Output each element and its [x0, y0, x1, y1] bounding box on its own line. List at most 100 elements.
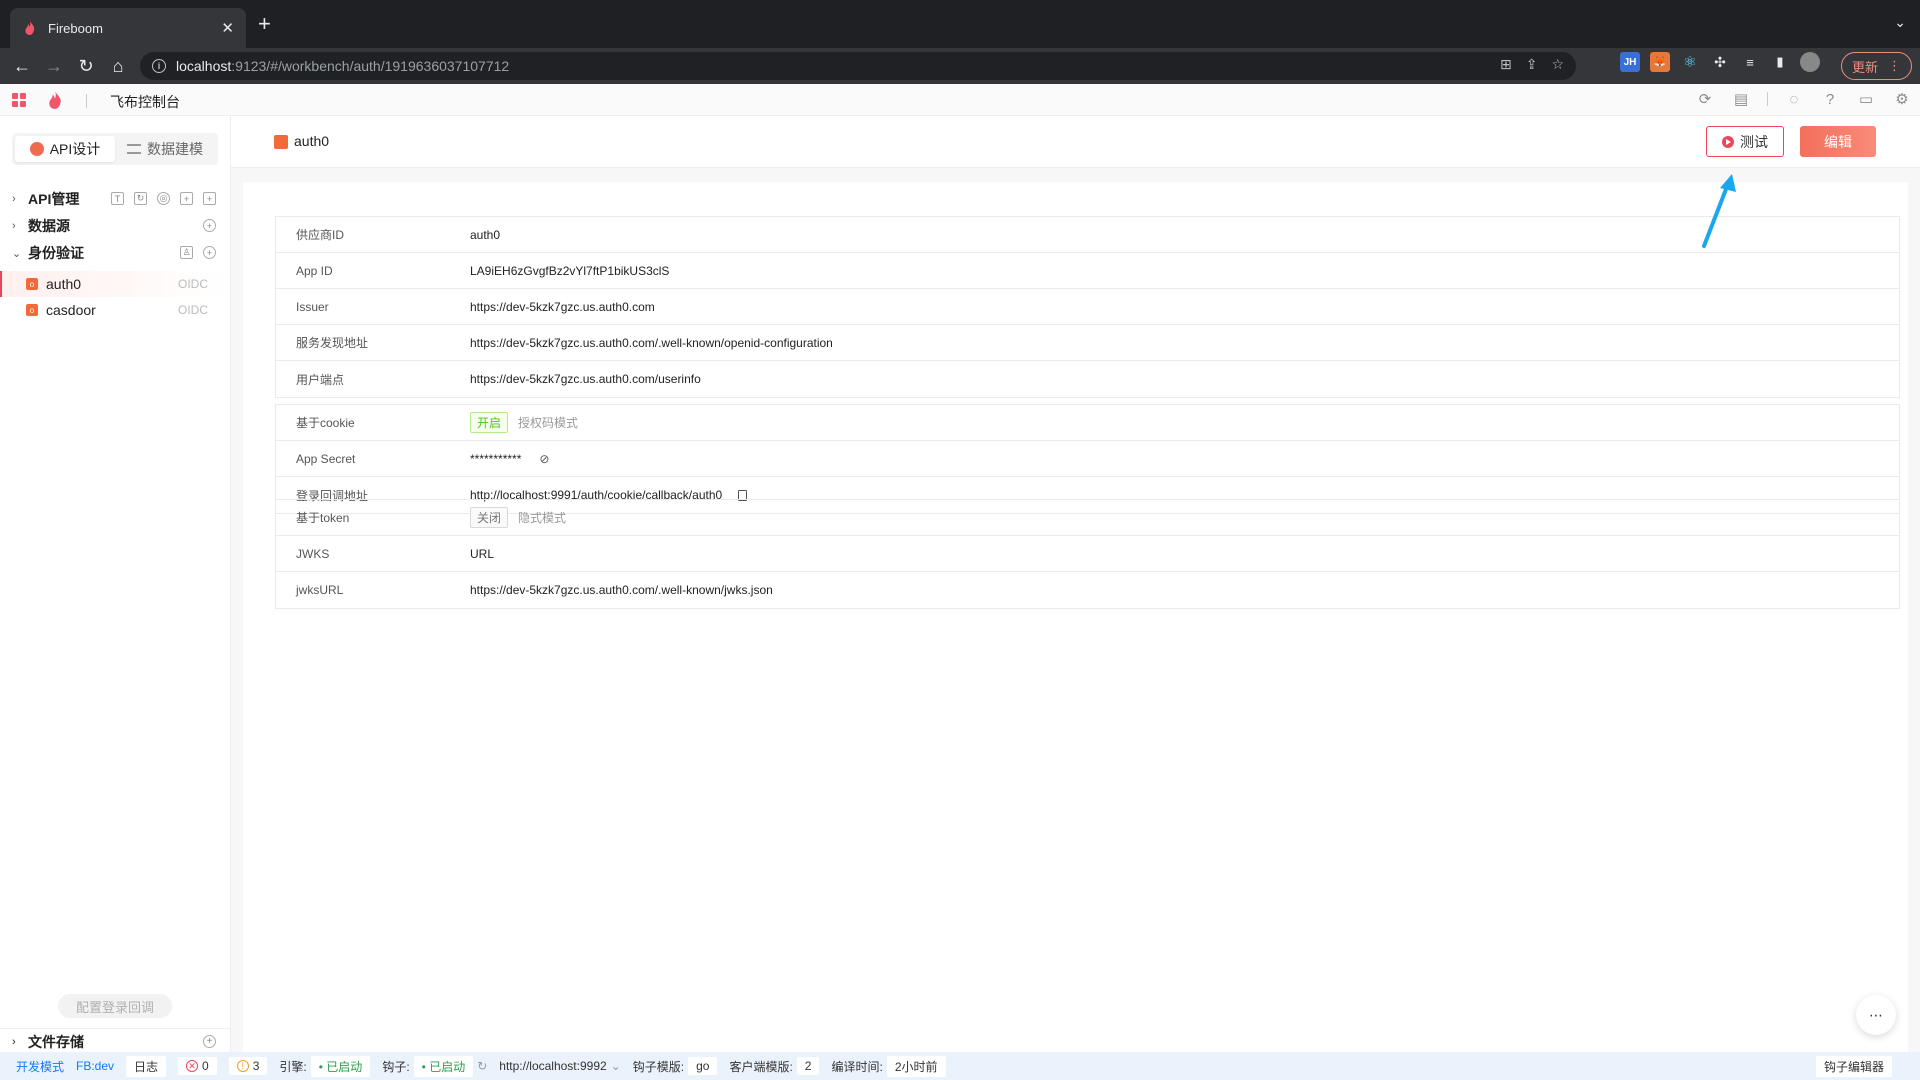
side-panel-icon[interactable]: ▮ — [1770, 52, 1790, 72]
chat-support-icon[interactable]: ⋯ — [1856, 995, 1896, 1035]
hook-template-value[interactable]: go — [688, 1057, 718, 1075]
auth-item-name: auth0 — [46, 276, 82, 292]
engine-label: 引擎: — [279, 1059, 307, 1074]
reload-icon[interactable]: ↻ — [70, 50, 102, 82]
field-label: 用户端点 — [296, 372, 345, 387]
close-tab-icon[interactable]: ✕ — [221, 19, 234, 37]
chevron-down-icon[interactable]: ⌄ — [611, 1059, 621, 1073]
play-icon — [1722, 135, 1734, 148]
extension-fox-icon[interactable]: 🦊 — [1650, 52, 1670, 72]
extensions-puzzle-icon[interactable]: ✣ — [1710, 52, 1730, 72]
refresh-icon[interactable]: ↻ — [134, 192, 147, 205]
help-icon[interactable]: ? — [1820, 91, 1840, 108]
translate-icon[interactable]: ⊞ — [1500, 56, 1512, 73]
refresh-icon[interactable]: ⟳ — [1695, 90, 1715, 108]
update-label: 更新 — [1851, 59, 1878, 75]
url-path: :9123/#/workbench/auth/1919636037107712 — [231, 58, 510, 74]
browser-tab[interactable]: Fireboom ✕ — [10, 8, 246, 48]
token-auth-group: 基于token 关闭 隐式模式 JWKS URL jwksURL https://d… — [275, 499, 1900, 609]
hook-template: 钩子模版: go — [633, 1057, 718, 1075]
settings-gear-icon[interactable]: ⚙ — [1892, 90, 1912, 108]
annotation-arrow — [1702, 174, 1736, 248]
section-file-storage[interactable]: › 文件存储 + — [0, 1028, 230, 1054]
eye-hidden-icon[interactable]: ⊘ — [539, 452, 549, 466]
test-button[interactable]: 测试 — [1706, 126, 1784, 157]
hook-editor-button[interactable]: 钩子编辑器 — [1815, 1056, 1892, 1077]
site-info-icon[interactable]: i — [152, 59, 166, 73]
forward-icon[interactable]: → — [38, 50, 70, 82]
warning-count[interactable]: ! 3 — [228, 1057, 268, 1075]
detail-row: 供应商ID auth0 — [276, 217, 1899, 253]
add-icon[interactable]: + — [203, 1035, 216, 1048]
tab-label: 数据建模 — [147, 141, 203, 157]
filter-icon[interactable]: T — [111, 192, 124, 205]
chevron-right-icon: › — [12, 1035, 16, 1048]
tab-search-icon[interactable]: ⌄ — [1894, 14, 1906, 31]
section-api-management[interactable]: › API管理 T ↻ ◎ + + — [0, 186, 230, 212]
app-menu-grid-icon[interactable] — [12, 93, 26, 107]
fireboom-logo-icon — [49, 91, 61, 109]
auth-item-auth0[interactable]: o auth0 OIDC — [0, 271, 230, 297]
warning-icon: ! — [236, 1060, 249, 1072]
app-top-bar: 飞布控制台 ⟳ ▤ ◌ ? ▭ ⚙ — [0, 84, 1920, 116]
section-authentication[interactable]: ⌄ 身份验证 ♙ + — [0, 240, 230, 266]
add-icon[interactable]: + — [203, 246, 216, 259]
error-count[interactable]: ✕ 0 — [178, 1057, 217, 1075]
tab-api-design[interactable]: API设计 — [15, 136, 115, 162]
browser-update-button[interactable]: 更新 ⋮ — [1840, 52, 1912, 80]
tab-data-modeling[interactable]: 数据建模 — [115, 136, 215, 162]
mode-label: 授权码模式 — [518, 416, 579, 430]
app-title: 飞布控制台 — [110, 94, 180, 110]
bookmark-star-icon[interactable]: ☆ — [1551, 56, 1564, 73]
warning-count-value: 3 — [252, 1059, 260, 1073]
address-bar[interactable]: i localhost:9123/#/workbench/auth/191963… — [140, 52, 1576, 80]
field-label: jwksURL — [296, 583, 344, 597]
detail-row: JWKS URL — [276, 536, 1899, 572]
view-icon[interactable]: ◎ — [157, 192, 170, 205]
configure-login-callback-button[interactable]: 配置登录回调 — [58, 994, 172, 1018]
detail-row: Issuer https://dev-5kzk7gzc.us.auth0.com — [276, 289, 1899, 325]
env-label: FB:dev — [76, 1059, 115, 1073]
edit-button[interactable]: 编辑 — [1800, 126, 1876, 157]
hook-label: 钩子: — [382, 1059, 410, 1074]
client-template-value[interactable]: 2 — [796, 1057, 820, 1075]
hook-url: http://localhost:9992 — [499, 1059, 607, 1073]
hook-status: 钩子: • 已启动 ↻ http://localhost:9992 ⌄ — [382, 1055, 621, 1077]
home-icon[interactable]: ⌂ — [102, 50, 134, 82]
detail-row: 基于token 关闭 隐式模式 — [276, 500, 1899, 536]
hook-refresh-icon[interactable]: ↻ — [477, 1059, 487, 1073]
tab-label: API设计 — [49, 141, 101, 157]
section-label: 数据源 — [28, 218, 70, 234]
github-icon[interactable]: ◌ — [1784, 91, 1804, 108]
back-icon[interactable]: ← — [6, 50, 38, 82]
field-value: URL — [470, 546, 495, 561]
message-icon[interactable]: ▭ — [1856, 90, 1876, 108]
chevron-down-icon: ⌄ — [12, 247, 22, 260]
provider-info-group: 供应商ID auth0 App ID LA9iEH6zGvgfBz2vYl7ftP1… — [275, 216, 1900, 398]
auth-item-casdoor[interactable]: o casdoor OIDC — [0, 297, 230, 323]
field-value: https://dev-5kzk7gzc.us.auth0.com/.well-… — [470, 335, 833, 350]
profile-avatar[interactable] — [1800, 52, 1820, 72]
user-icon[interactable]: ♙ — [180, 246, 193, 259]
log-button[interactable]: 日志 — [126, 1055, 167, 1077]
browser-tab-bar: Fireboom ✕ + ⌄ — [0, 0, 1920, 48]
detail-row: App Secret *********** ⊘ — [276, 441, 1899, 477]
add-icon[interactable]: + — [203, 219, 216, 232]
page-title: auth0 — [294, 133, 330, 149]
auth-item-tag: OIDC — [178, 303, 208, 317]
react-devtools-icon[interactable]: ⚛ — [1680, 52, 1700, 72]
document-icon[interactable]: ▤ — [1731, 90, 1751, 108]
reading-list-icon[interactable]: ≡ — [1740, 52, 1760, 72]
more-menu-icon[interactable]: ⋮ — [1888, 58, 1901, 74]
new-tab-icon[interactable]: + — [258, 12, 271, 36]
section-datasource[interactable]: › 数据源 + — [0, 213, 230, 239]
section-label: 文件存储 — [28, 1033, 84, 1050]
hook-status-value: • 已启动 — [413, 1055, 474, 1077]
divider — [1767, 92, 1768, 106]
detail-row: jwksURL https://dev-5kzk7gzc.us.auth0.com… — [276, 572, 1899, 608]
extension-jh-icon[interactable]: JH — [1620, 52, 1640, 72]
auth-item-name: casdoor — [46, 302, 96, 318]
add-folder-icon[interactable]: + — [180, 192, 193, 205]
add-icon[interactable]: + — [203, 192, 216, 205]
share-icon[interactable]: ⇪ — [1526, 56, 1538, 73]
